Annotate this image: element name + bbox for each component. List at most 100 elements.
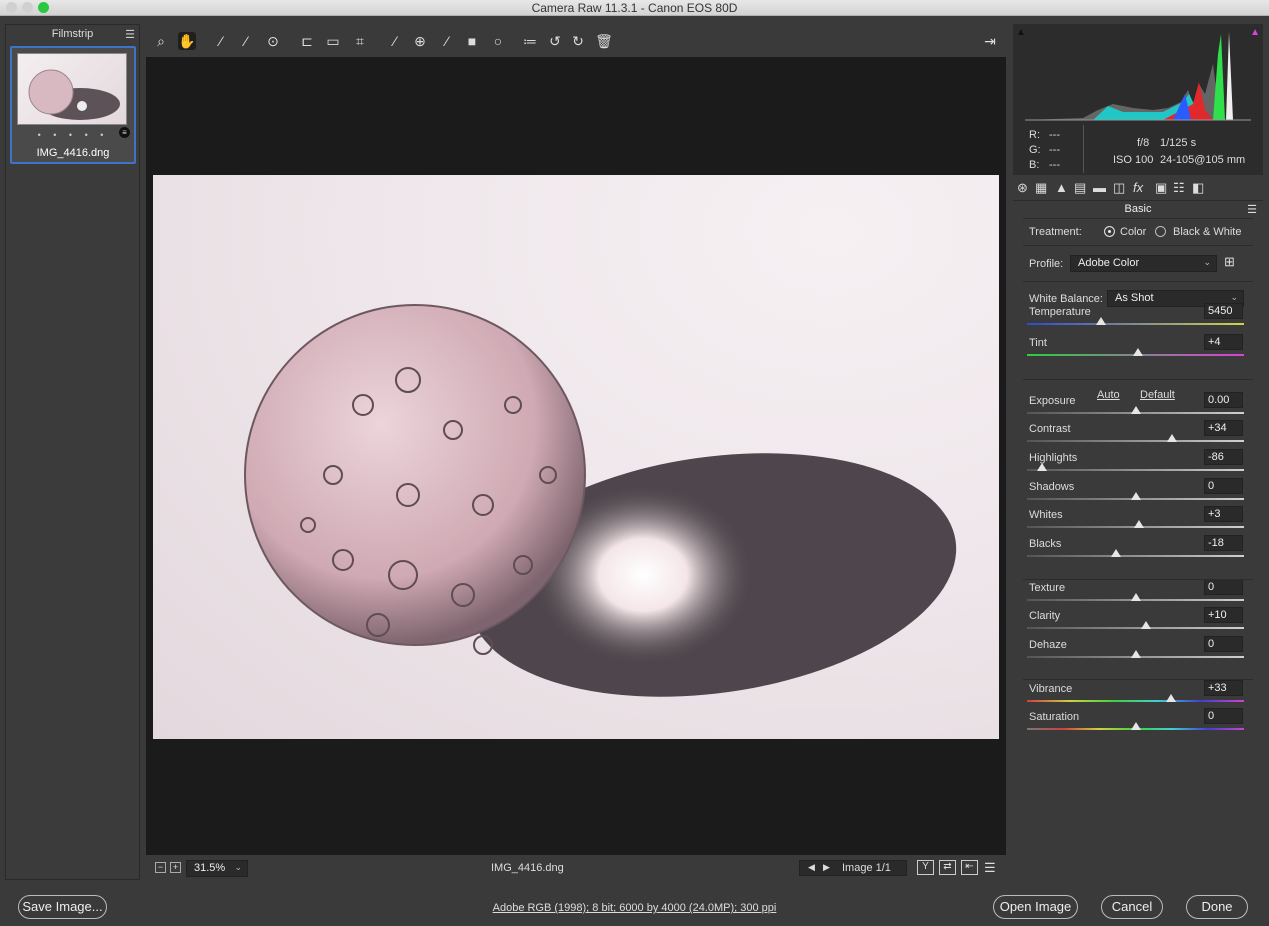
tab-lens-corrections-icon[interactable]: ◫ (1113, 180, 1125, 196)
filmstrip-thumbnail[interactable]: • • • • • ≡ IMG_4416.dng (10, 46, 136, 164)
zoom-level-select[interactable]: 31.5% ⌄ (186, 860, 248, 877)
basic-panel: Basic ☰ Treatment: Color Black & White P… (1013, 200, 1263, 880)
vibrance-slider-track[interactable] (1027, 700, 1244, 702)
open-image-button[interactable]: Open Image (993, 895, 1078, 919)
temperature-slider-track[interactable] (1027, 323, 1244, 325)
filmstrip-panel: Filmstrip ☰ • • • • • ≡ IMG_4416.dng (5, 24, 140, 880)
profile-select[interactable]: Adobe Color ⌄ (1070, 255, 1217, 272)
saturation-slider-handle[interactable] (1130, 722, 1141, 730)
treatment-label: Treatment: (1029, 226, 1082, 238)
vibrance-value-field[interactable]: +33 (1204, 680, 1243, 696)
hand-icon[interactable]: ✋ (178, 32, 196, 50)
tab-split-toning-icon[interactable]: ▬ (1093, 180, 1106, 195)
red-eye-icon[interactable]: ⊕ (411, 32, 429, 50)
histogram: ▲ ▲ (1013, 24, 1263, 125)
texture-value-field[interactable]: 0 (1204, 579, 1243, 595)
default-link[interactable]: Default (1140, 389, 1175, 401)
blacks-label: Blacks (1029, 538, 1062, 550)
preview-preferences-icon[interactable]: ☰ (984, 860, 996, 876)
previous-image-icon[interactable]: ◀ (808, 862, 815, 873)
clarity-slider-handle[interactable] (1141, 621, 1152, 629)
panel-tabs: ⊛ ▦ ▲ ▤ ▬ ◫ fx ▣ ☷ ◧ (1013, 177, 1263, 199)
temperature-slider-handle[interactable] (1095, 317, 1106, 325)
contrast-value-field[interactable]: +34 (1204, 420, 1243, 436)
cancel-button[interactable]: Cancel (1101, 895, 1163, 919)
zoom-in-button[interactable]: + (170, 862, 181, 873)
tint-slider-handle[interactable] (1132, 348, 1143, 356)
next-image-icon[interactable]: ▶ (823, 862, 830, 873)
trash-icon[interactable]: 🗑 (595, 32, 613, 50)
panel-title: Basic (1124, 203, 1152, 215)
info-divider (1083, 125, 1084, 173)
highlights-slider-handle[interactable] (1037, 463, 1048, 471)
divider (1023, 579, 1253, 580)
preview-photo[interactable] (153, 175, 999, 739)
contrast-slider-handle[interactable] (1167, 434, 1178, 442)
copy-settings-icon[interactable]: ⇤ (961, 860, 978, 875)
treatment-color-radio[interactable] (1104, 226, 1115, 237)
image-preview-area[interactable] (146, 57, 1006, 855)
rating-dots[interactable]: • • • • • (12, 130, 134, 140)
dehaze-slider-handle[interactable] (1130, 650, 1141, 658)
zoom-out-button[interactable]: − (155, 862, 166, 873)
workflow-options-link[interactable]: Adobe RGB (1998); 8 bit; 6000 by 4000 (2… (0, 902, 1269, 914)
zoom-level-value: 31.5% (194, 862, 226, 874)
targeted-adjustment-icon[interactable]: ⊙ (264, 32, 282, 50)
white-balance-icon[interactable]: ⁄ (212, 32, 230, 50)
tab-effects-icon[interactable]: fx (1133, 180, 1143, 195)
color-sampler-icon[interactable]: ⁄ (237, 32, 255, 50)
vibrance-label: Vibrance (1029, 683, 1073, 695)
transform-icon[interactable]: ⌗ (351, 32, 369, 50)
contrast-slider-track[interactable] (1027, 440, 1244, 442)
tab-basic-aperture-icon[interactable]: ⊛ (1017, 180, 1028, 196)
graduated-filter-icon[interactable]: ■ (463, 32, 481, 50)
exposure-slider-handle[interactable] (1130, 406, 1141, 414)
hamburger-icon[interactable]: ☰ (125, 28, 135, 41)
shadows-value-field[interactable]: 0 (1204, 478, 1243, 494)
clarity-value-field[interactable]: +10 (1204, 607, 1243, 623)
saturation-value-field[interactable]: 0 (1204, 708, 1243, 724)
blacks-slider-track[interactable] (1027, 555, 1244, 557)
aperture-value: f/8 (1137, 137, 1150, 149)
highlights-value-field[interactable]: -86 (1204, 449, 1243, 465)
highlights-slider-track[interactable] (1027, 469, 1244, 471)
tint-value-field[interactable]: +4 (1204, 334, 1243, 350)
before-after-toggle-icon[interactable]: Y (917, 860, 934, 875)
profile-browser-icon[interactable]: ⊞ (1224, 254, 1235, 270)
zoom-icon[interactable]: ⌕ (152, 32, 170, 50)
chevron-down-icon: ⌄ (1230, 292, 1238, 302)
tab-hsl-icon[interactable]: ▤ (1074, 180, 1086, 196)
contrast-label: Contrast (1029, 423, 1071, 435)
done-button[interactable]: Done (1186, 895, 1248, 919)
preferences-icon[interactable]: ≔ (521, 32, 539, 50)
tab-detail-icon[interactable]: ▲ (1055, 180, 1068, 195)
blacks-slider-handle[interactable] (1110, 549, 1121, 557)
whites-slider-handle[interactable] (1133, 520, 1144, 528)
shadows-slider-handle[interactable] (1130, 492, 1141, 500)
crop-icon[interactable]: ⊏ (298, 32, 316, 50)
temperature-value-field[interactable]: 5450 (1204, 303, 1243, 319)
rotate-left-icon[interactable]: ↺ (546, 32, 564, 50)
spot-removal-icon[interactable]: ⁄ (386, 32, 404, 50)
tab-snapshots-icon[interactable]: ◧ (1192, 180, 1204, 196)
fullscreen-icon[interactable]: ⇥ (981, 32, 999, 50)
auto-link[interactable]: Auto (1097, 389, 1120, 401)
straighten-icon[interactable]: ▭ (324, 32, 342, 50)
tab-presets-icon[interactable]: ☷ (1173, 180, 1185, 196)
treatment-bw-radio[interactable] (1155, 226, 1166, 237)
blacks-value-field[interactable]: -18 (1204, 535, 1243, 551)
tab-tone-curve-icon[interactable]: ▦ (1035, 180, 1047, 196)
rotate-right-icon[interactable]: ↻ (569, 32, 587, 50)
dehaze-value-field[interactable]: 0 (1204, 636, 1243, 652)
texture-slider-handle[interactable] (1130, 593, 1141, 601)
tab-calibration-icon[interactable]: ▣ (1155, 180, 1167, 196)
radial-filter-icon[interactable]: ○ (489, 32, 507, 50)
panel-menu-icon[interactable]: ☰ (1247, 203, 1257, 216)
adjustment-brush-icon[interactable]: ⁄ (438, 32, 456, 50)
vibrance-slider-handle[interactable] (1166, 694, 1177, 702)
exposure-value-field[interactable]: 0.00 (1204, 392, 1243, 408)
clarity-slider-track[interactable] (1027, 627, 1244, 629)
texture-label: Texture (1029, 582, 1066, 594)
whites-value-field[interactable]: +3 (1204, 506, 1243, 522)
swap-settings-icon[interactable]: ⇄ (939, 860, 956, 875)
